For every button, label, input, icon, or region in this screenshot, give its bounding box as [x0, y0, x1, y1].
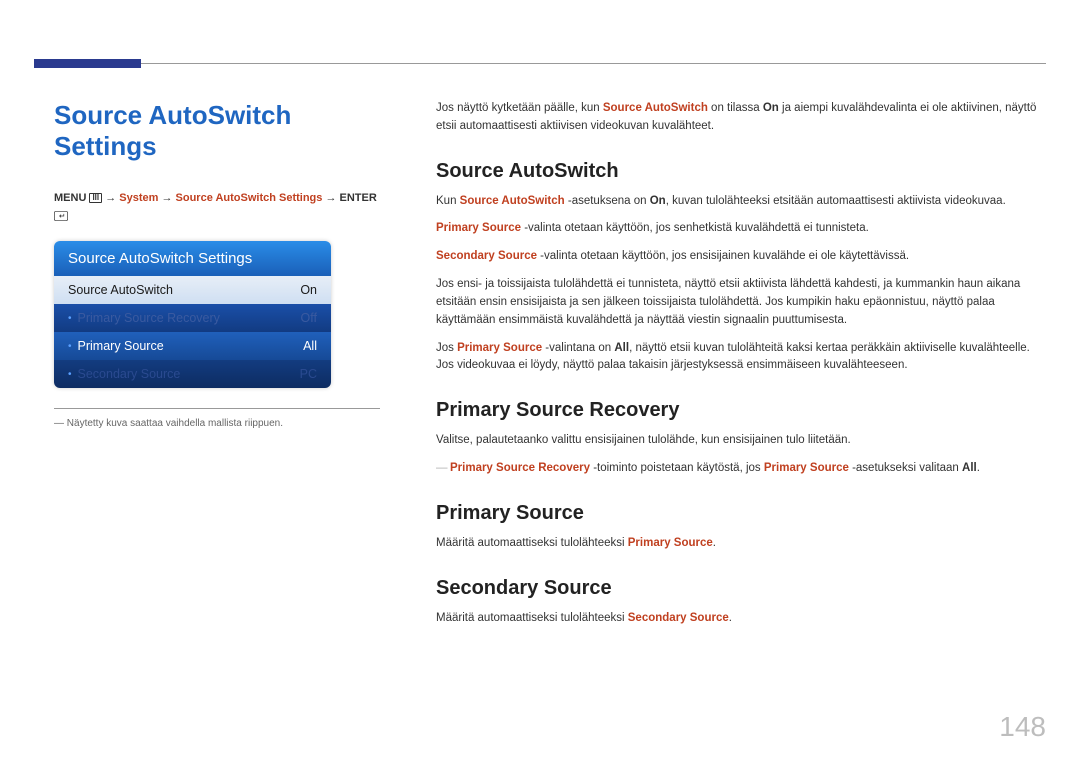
para: Kun Source AutoSwitch -asetuksena on On,… [436, 193, 1046, 211]
heading-primary-recovery: Primary Source Recovery [436, 399, 1046, 422]
osd-row-recovery[interactable]: •Primary Source Recovery Off [54, 304, 331, 332]
osd-row-value: On [300, 283, 317, 297]
osd-row-label: Source AutoSwitch [68, 283, 173, 297]
osd-panel: Source AutoSwitch Settings Source AutoSw… [54, 241, 331, 388]
osd-row-label: •Primary Source Recovery [68, 311, 220, 325]
page-number: 148 [999, 711, 1046, 743]
para: Jos ensi- ja toissijaista tulolähdettä e… [436, 276, 1046, 329]
bullet-icon: • [68, 369, 72, 380]
osd-row-value: All [303, 339, 317, 353]
heading-secondary-source: Secondary Source [436, 577, 1046, 600]
para: Valitse, palautetaanko valittu ensisijai… [436, 432, 1046, 450]
osd-row-primary[interactable]: •Primary Source All [54, 332, 331, 360]
menu-nav-path: MENU III → System → Source AutoSwitch Se… [54, 190, 380, 225]
enter-icon [54, 210, 68, 222]
para: Määritä automaattiseksi tulolähteeksi Se… [436, 610, 1046, 628]
osd-row-label: •Secondary Source [68, 367, 180, 381]
nav-enter-label: ENTER [340, 192, 377, 204]
nav-menu-label: MENU [54, 192, 86, 204]
note-recovery: Primary Source Recovery -toiminto poiste… [436, 460, 1046, 478]
para: Secondary Source -valinta otetaan käyttö… [436, 248, 1046, 266]
bullet-icon: • [68, 313, 72, 324]
menu-icon: III [89, 193, 102, 204]
para: Jos Primary Source -valintana on All, nä… [436, 340, 1046, 376]
left-column: Source AutoSwitch Settings MENU III → Sy… [54, 100, 404, 637]
para: Primary Source -valinta otetaan käyttöön… [436, 220, 1046, 238]
osd-row-value: Off [301, 311, 317, 325]
image-disclaimer: ― Näytetty kuva saattaa vaihdella mallis… [54, 417, 380, 431]
top-divider [34, 63, 1046, 64]
nav-arrow-3: → [325, 192, 339, 204]
page-title: Source AutoSwitch Settings [54, 100, 380, 162]
osd-row-value: PC [300, 367, 317, 381]
left-divider [54, 408, 380, 409]
heading-source-autoswitch: Source AutoSwitch [436, 160, 1046, 183]
para: Määritä automaattiseksi tulolähteeksi Pr… [436, 535, 1046, 553]
page-content: Source AutoSwitch Settings MENU III → Sy… [54, 100, 1046, 637]
osd-row-autoswitch[interactable]: Source AutoSwitch On [54, 276, 331, 304]
right-column: Jos näyttö kytketään päälle, kun Source … [436, 100, 1046, 637]
intro-paragraph: Jos näyttö kytketään päälle, kun Source … [436, 100, 1046, 136]
bullet-icon: • [68, 341, 72, 352]
nav-settings: Source AutoSwitch Settings [176, 192, 323, 204]
osd-row-label: •Primary Source [68, 339, 164, 353]
osd-header: Source AutoSwitch Settings [54, 241, 331, 276]
osd-row-secondary[interactable]: •Secondary Source PC [54, 360, 331, 388]
heading-primary-source: Primary Source [436, 502, 1046, 525]
nav-arrow-2: → [161, 192, 175, 204]
nav-system: System [119, 192, 158, 204]
nav-arrow-1: → [105, 192, 119, 204]
